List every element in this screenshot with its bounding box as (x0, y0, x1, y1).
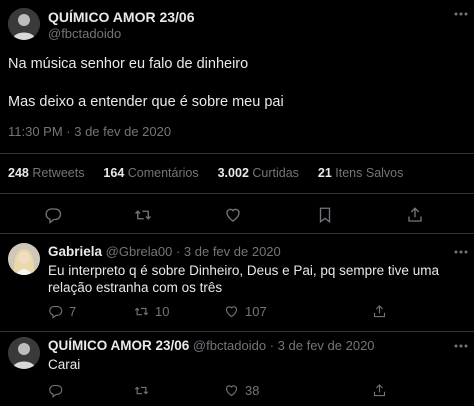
reply-count: 7 (69, 304, 77, 319)
reply-action[interactable]: 7 (48, 304, 76, 319)
reply-header: Gabriela @Gbrela00 · 3 de fev de 2020 (48, 244, 281, 259)
retweet-icon (134, 304, 149, 319)
retweet-action[interactable] (134, 383, 149, 398)
heart-icon (224, 304, 239, 319)
reply-time[interactable]: · 3 de fev de 2020 (270, 338, 375, 353)
divider (0, 331, 474, 332)
tweet-text-line-1: Na música senhor eu falo de dinheiro (8, 56, 249, 72)
like-count: 107 (245, 304, 267, 319)
handle[interactable]: @fbctadoido (48, 26, 121, 41)
retweets-count[interactable]: 248 (8, 166, 29, 180)
display-name[interactable]: QUÍMICO AMOR 23/06 (48, 9, 195, 25)
share-icon[interactable] (372, 304, 387, 319)
retweet-icon (134, 383, 149, 398)
comments-label[interactable]: Comentários (128, 166, 199, 180)
heart-icon (224, 383, 239, 398)
more-dots-icon[interactable] (454, 344, 468, 348)
avatar[interactable] (8, 8, 40, 40)
retweet-count: 10 (155, 304, 170, 319)
comments-count[interactable]: 164 (103, 166, 124, 180)
saves-label[interactable]: Itens Salvos (335, 166, 403, 180)
tweet-text-line-2: Mas deixo a entender que é sobre meu pai (8, 94, 284, 110)
divider (0, 233, 474, 234)
retweet-action[interactable]: 10 (134, 304, 169, 319)
reply-text: Carai (48, 357, 81, 372)
reply-time[interactable]: · 3 de fev de 2020 (176, 244, 281, 259)
more-dots-icon[interactable] (454, 250, 468, 254)
reply-icon (48, 304, 63, 319)
share-icon[interactable] (406, 206, 424, 224)
likes-count[interactable]: 3.002 (218, 166, 249, 180)
reply-icon[interactable] (44, 206, 62, 224)
like-action[interactable]: 107 (224, 304, 267, 319)
divider (0, 193, 474, 194)
reply-header: QUÍMICO AMOR 23/06 @fbctadoido · 3 de fe… (48, 338, 375, 353)
divider (0, 153, 474, 154)
more-dots-icon[interactable] (454, 12, 468, 16)
heart-icon[interactable] (224, 206, 242, 224)
avatar[interactable] (8, 243, 40, 275)
share-icon[interactable] (372, 383, 387, 398)
display-name[interactable]: Gabriela (48, 244, 102, 259)
bookmark-icon[interactable] (316, 206, 334, 224)
reply-action[interactable] (48, 383, 63, 398)
timestamp[interactable]: 11:30 PM · 3 de fev de 2020 (8, 124, 171, 139)
reply-text: Eu interpreto q é sobre Dinheiro, Deus e… (48, 263, 439, 295)
avatar[interactable] (8, 337, 40, 369)
reply-icon (48, 383, 63, 398)
handle[interactable]: @fbctadoido (193, 338, 266, 353)
retweet-icon[interactable] (134, 206, 152, 224)
retweets-label[interactable]: Retweets (32, 166, 84, 180)
likes-label[interactable]: Curtidas (252, 166, 299, 180)
stats-row: 248 Retweets 164 Comentários 3.002 Curti… (8, 166, 403, 180)
display-name[interactable]: QUÍMICO AMOR 23/06 (48, 338, 189, 353)
like-count: 38 (245, 383, 260, 398)
like-action[interactable]: 38 (224, 383, 259, 398)
handle[interactable]: @Gbrela00 (106, 244, 173, 259)
saves-count[interactable]: 21 (318, 166, 332, 180)
